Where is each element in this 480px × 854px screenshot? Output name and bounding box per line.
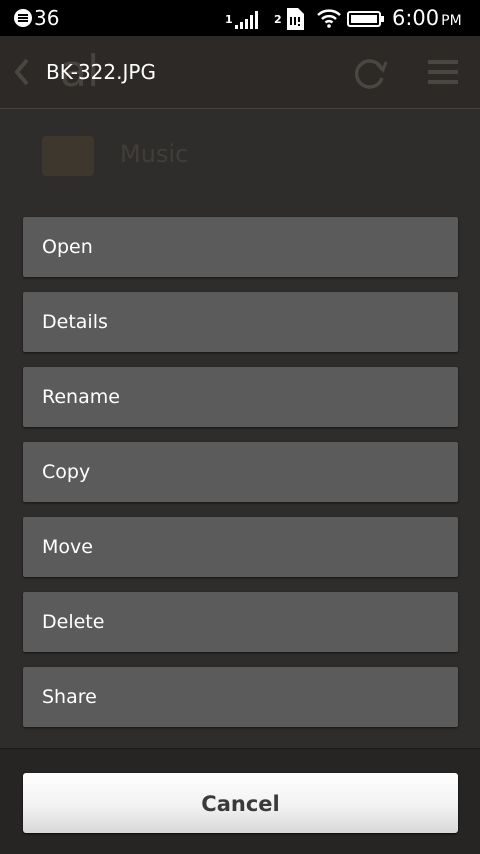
menu-item-label: Share <box>42 686 97 708</box>
battery-icon <box>347 11 384 27</box>
delete-button[interactable]: Delete <box>23 592 458 652</box>
share-button[interactable]: Share <box>23 667 458 727</box>
wifi-icon <box>317 9 341 28</box>
dialog-title: BK-322.JPG <box>46 60 156 84</box>
menu-item-label: Move <box>42 536 93 558</box>
menu-item-label: Details <box>42 311 108 333</box>
back-icon <box>14 58 29 86</box>
menu-item-label: Rename <box>42 386 120 408</box>
signal-icon <box>235 11 258 29</box>
details-button[interactable]: Details <box>23 292 458 352</box>
sim2-label: 2 <box>274 13 282 26</box>
notification-count: 36 <box>34 6 60 30</box>
sim-card-icon <box>287 8 304 30</box>
menu-item-label: Delete <box>42 611 105 633</box>
sim1-label: 1 <box>225 13 233 26</box>
cancel-label: Cancel <box>201 792 280 816</box>
move-button[interactable]: Move <box>23 517 458 577</box>
refresh-icon <box>354 59 388 89</box>
open-button[interactable]: Open <box>23 217 458 277</box>
menu-item-label: Copy <box>42 461 91 483</box>
clock: 6:00 PM <box>392 5 462 34</box>
clock-ampm: PM <box>441 13 462 29</box>
notification-icon <box>14 9 32 27</box>
status-bar: 36 1 2 6:00 PM <box>0 0 480 36</box>
cancel-button[interactable]: Cancel <box>23 773 458 833</box>
action-menu: Open Details Rename Copy Move Delete Sha… <box>23 217 458 742</box>
menu-item-label: Open <box>42 236 93 258</box>
menu-icon <box>428 60 458 84</box>
dialog-footer: Cancel <box>0 748 480 854</box>
rename-button[interactable]: Rename <box>23 367 458 427</box>
clock-time: 6:00 <box>392 6 440 30</box>
copy-button[interactable]: Copy <box>23 442 458 502</box>
